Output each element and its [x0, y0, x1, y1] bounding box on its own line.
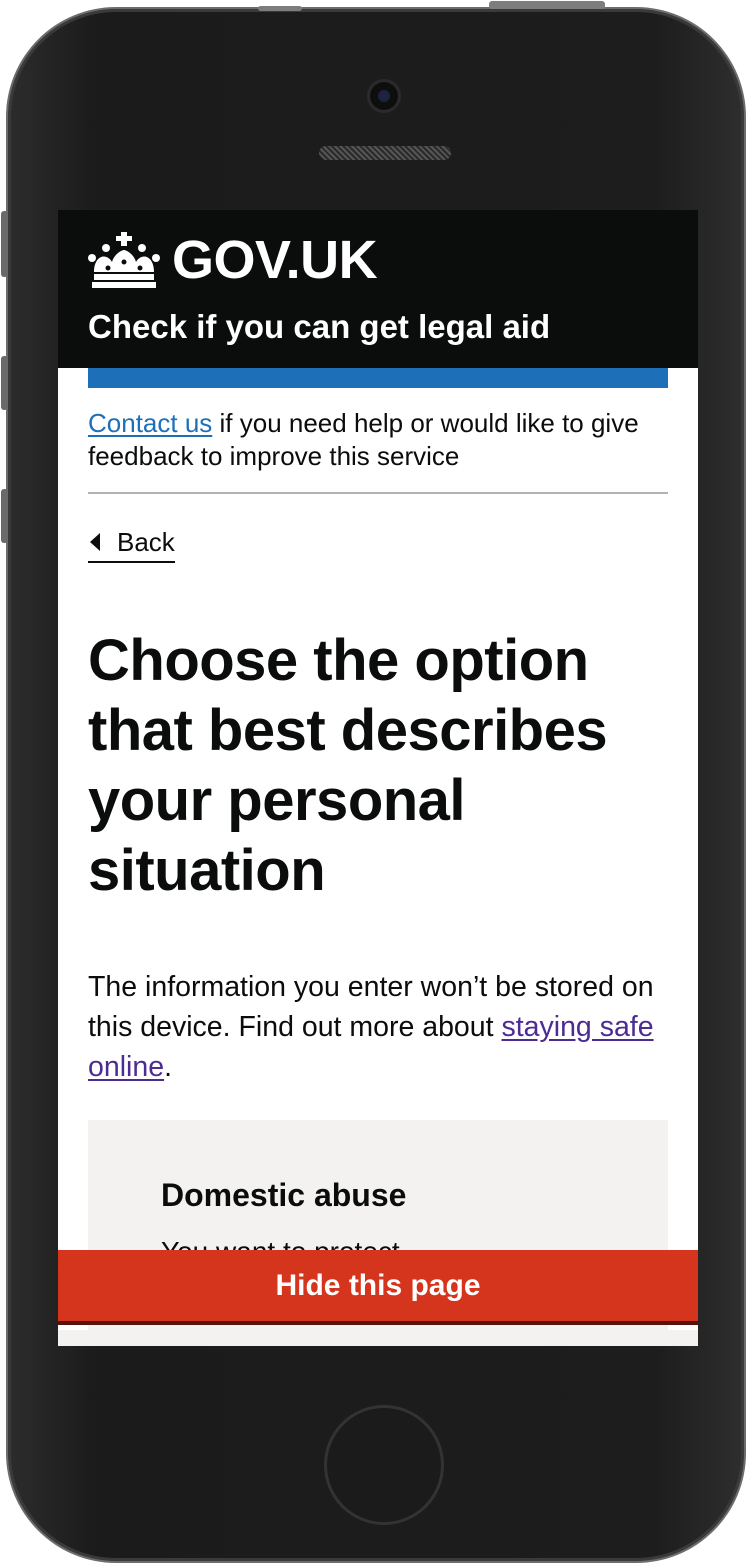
- govuk-logo-text: GOV.UK: [172, 230, 378, 290]
- option-title: Domestic abuse: [161, 1177, 407, 1213]
- govuk-header: GOV.UK Check if you can get legal aid: [58, 210, 698, 368]
- power-button: [489, 1, 605, 9]
- triangle-left-icon: [90, 533, 100, 551]
- volume-up-button: [1, 356, 8, 410]
- phone-screen: GOV.UK Check if you can get legal aid Co…: [58, 210, 698, 1346]
- hide-this-page-button[interactable]: Hide this page: [58, 1250, 698, 1325]
- contact-us-link[interactable]: Contact us: [88, 408, 212, 438]
- front-camera: [370, 82, 398, 110]
- privacy-notice-end: .: [164, 1051, 172, 1083]
- earpiece-speaker: [319, 146, 451, 160]
- back-link[interactable]: Back: [88, 524, 175, 563]
- back-link-label: Back: [117, 527, 175, 557]
- top-edge-highlight: [258, 6, 302, 11]
- content-below-button: [58, 1330, 698, 1346]
- home-button[interactable]: [324, 1405, 444, 1525]
- contact-banner: Contact us if you need help or would lik…: [88, 407, 678, 473]
- crown-icon: [88, 232, 160, 288]
- mute-switch: [1, 211, 8, 277]
- service-name-link[interactable]: Check if you can get legal aid: [88, 305, 550, 349]
- section-divider: [88, 492, 668, 494]
- volume-down-button: [1, 489, 8, 543]
- page-title: Choose the option that best describes yo…: [88, 628, 608, 903]
- privacy-notice: The information you enter won’t be store…: [88, 967, 678, 1087]
- govuk-logo-link[interactable]: GOV.UK: [88, 230, 378, 290]
- service-bar: [88, 368, 668, 388]
